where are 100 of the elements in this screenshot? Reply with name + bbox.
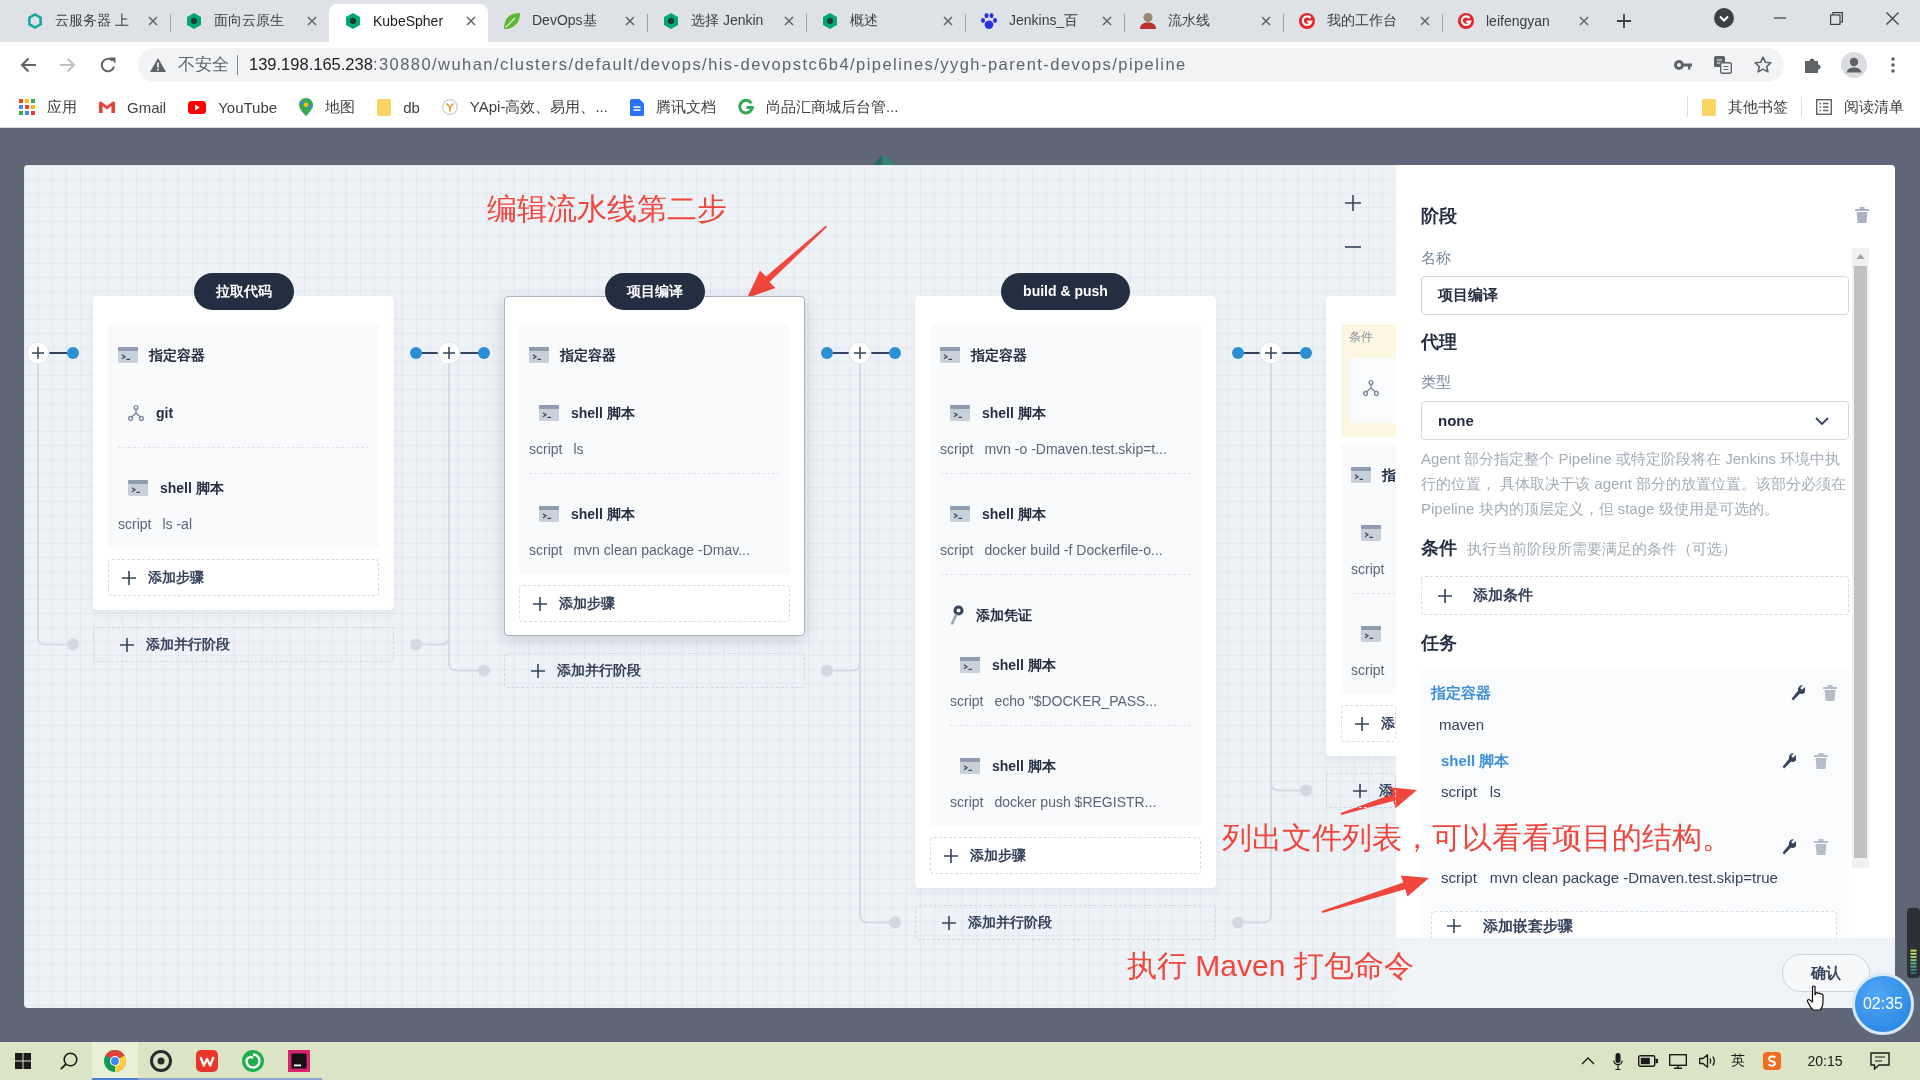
- paw-icon: [981, 13, 997, 29]
- bookmark[interactable]: 应用: [19, 97, 77, 117]
- scrollbar[interactable]: [1852, 248, 1869, 868]
- type-select[interactable]: none: [1421, 401, 1849, 440]
- key-icon[interactable]: [1674, 59, 1692, 70]
- close-icon[interactable]: [1885, 11, 1899, 25]
- zoom-in-icon[interactable]: [1345, 195, 1361, 211]
- node-dot-icon: [67, 347, 79, 359]
- dropdown-icon[interactable]: [1714, 8, 1734, 28]
- bookmark[interactable]: 腾讯文档: [629, 97, 716, 117]
- browser-tab[interactable]: leifengyan: [1442, 4, 1601, 42]
- add-stage-icon[interactable]: [26, 341, 50, 365]
- browser-tab[interactable]: 我的工作台: [1283, 4, 1442, 42]
- close-icon[interactable]: [307, 16, 317, 26]
- close-icon[interactable]: [466, 16, 476, 26]
- more-icon[interactable]: [1891, 56, 1895, 73]
- security-label[interactable]: 不安全: [178, 53, 229, 76]
- close-icon[interactable]: [1579, 16, 1589, 26]
- script-label: script: [118, 516, 152, 532]
- annotation-text: 列出文件列表，可以看看项目的结构。: [1222, 820, 1732, 856]
- notification-icon[interactable]: [1870, 1052, 1890, 1070]
- add-stage-icon[interactable]: [848, 341, 872, 365]
- add-condition-button[interactable]: 添加条件: [1421, 576, 1849, 615]
- add-parallel-stage-button[interactable]: 添加并行阶段: [93, 627, 394, 662]
- volume-icon[interactable]: [1699, 1054, 1717, 1068]
- back-icon[interactable]: [20, 56, 36, 73]
- script-label: script: [1351, 561, 1385, 577]
- browser-tab[interactable]: 流水线: [1124, 4, 1283, 42]
- stage-card[interactable]: 条件 指 script script 添: [1326, 296, 1396, 756]
- script-text: mvn clean package -Dmav...: [573, 542, 750, 558]
- chevron-up-icon[interactable]: [1581, 1057, 1595, 1065]
- add-parallel-stage-button[interactable]: 添加并行阶段: [504, 653, 805, 688]
- add-step-button[interactable]: 添: [1341, 705, 1396, 742]
- wrench-icon[interactable]: [1782, 753, 1796, 769]
- address-bar[interactable]: 不安全 139.198.165.238:30880/wuhan/clusters/default/devops/his-devopstc6b4/pipelines/yygh-parent-devops/pipeline: [138, 47, 1784, 82]
- add-stage-icon[interactable]: [437, 341, 461, 365]
- add-step-button[interactable]: 添加步骤: [519, 585, 790, 622]
- wrench-icon[interactable]: [1791, 685, 1805, 701]
- start-icon[interactable]: [15, 1053, 31, 1069]
- add-nested-step-button[interactable]: 添加嵌套步骤: [1431, 911, 1837, 938]
- hexagon-icon: [663, 13, 679, 29]
- close-icon[interactable]: [1420, 16, 1430, 26]
- connector-line: [460, 352, 478, 354]
- bookmark[interactable]: Gmail: [99, 98, 167, 116]
- profile-icon[interactable]: [1841, 51, 1867, 78]
- restore-icon[interactable]: [1829, 11, 1843, 25]
- bookmark[interactable]: 地图: [299, 97, 356, 117]
- browser-tab[interactable]: KubeSpher: [329, 4, 488, 42]
- ime-logo-icon[interactable]: [1763, 1052, 1781, 1070]
- add-stage-icon[interactable]: [1259, 341, 1283, 365]
- browser-tab[interactable]: 选择 Jenkin: [647, 4, 806, 42]
- name-field[interactable]: 项目编译: [1421, 276, 1849, 315]
- search-icon[interactable]: [60, 1052, 78, 1070]
- browser-tab[interactable]: 云服务器 上: [11, 4, 170, 42]
- clock-text[interactable]: 20:15: [1807, 1053, 1843, 1069]
- close-icon[interactable]: [784, 16, 794, 26]
- stage-title: build & push: [1001, 273, 1130, 310]
- battery-icon[interactable]: [1638, 1055, 1658, 1067]
- browser-tab[interactable]: 面向云原生: [170, 4, 329, 42]
- close-icon[interactable]: [625, 16, 635, 26]
- close-icon[interactable]: [148, 16, 158, 26]
- node-dot-icon: [1300, 347, 1312, 359]
- star-icon[interactable]: [1754, 56, 1772, 73]
- script-text: mvn -o -Dmaven.test.skip=t...: [984, 441, 1167, 457]
- close-icon[interactable]: [1102, 16, 1112, 26]
- add-step-button[interactable]: 添加步骤: [108, 559, 379, 596]
- task-value: maven: [1439, 715, 1486, 735]
- level-meter-icon: [1905, 908, 1920, 978]
- browser-tab[interactable]: DevOps基: [488, 4, 647, 42]
- ring-app-icon: [150, 1050, 172, 1072]
- script-label: script: [1441, 868, 1477, 888]
- ime-indicator[interactable]: 英: [1731, 1052, 1745, 1070]
- bookmark[interactable]: 尚品汇商城后台管...: [737, 97, 899, 117]
- browser-tab[interactable]: Jenkins_百: [965, 4, 1124, 42]
- plus-icon[interactable]: [1617, 14, 1631, 28]
- bookmark[interactable]: YApi-高效、易用、...: [441, 97, 608, 117]
- wrench-icon[interactable]: [1782, 839, 1796, 855]
- bookmark[interactable]: 其他书签: [1702, 97, 1788, 117]
- bookmark[interactable]: 阅读清单: [1816, 97, 1904, 117]
- terminal-icon: [960, 657, 980, 673]
- translate-icon[interactable]: [1714, 55, 1732, 74]
- add-parallel-stage-button[interactable]: 添加并行阶段: [915, 905, 1216, 940]
- reload-icon[interactable]: [100, 56, 116, 73]
- browser-tab[interactable]: 概述: [806, 4, 965, 42]
- warning-icon: [150, 57, 166, 72]
- close-icon[interactable]: [1261, 16, 1271, 26]
- monitor-icon[interactable]: [1669, 1053, 1687, 1069]
- bookmark[interactable]: db: [377, 98, 420, 116]
- add-step-button[interactable]: 添加步骤: [930, 837, 1201, 874]
- close-icon[interactable]: [943, 16, 953, 26]
- apps-grid-icon: [19, 99, 35, 115]
- plus-icon: [531, 663, 545, 678]
- node-dot-icon: [1232, 916, 1244, 929]
- connector-line: [422, 352, 438, 354]
- bookmark[interactable]: YouTube: [188, 98, 278, 116]
- video-play-icon: [188, 100, 207, 114]
- microphone-icon[interactable]: [1613, 1052, 1623, 1070]
- connector-line: [49, 352, 67, 354]
- confirm-button[interactable]: 确认: [1782, 954, 1870, 992]
- node-dot-icon: [889, 916, 901, 929]
